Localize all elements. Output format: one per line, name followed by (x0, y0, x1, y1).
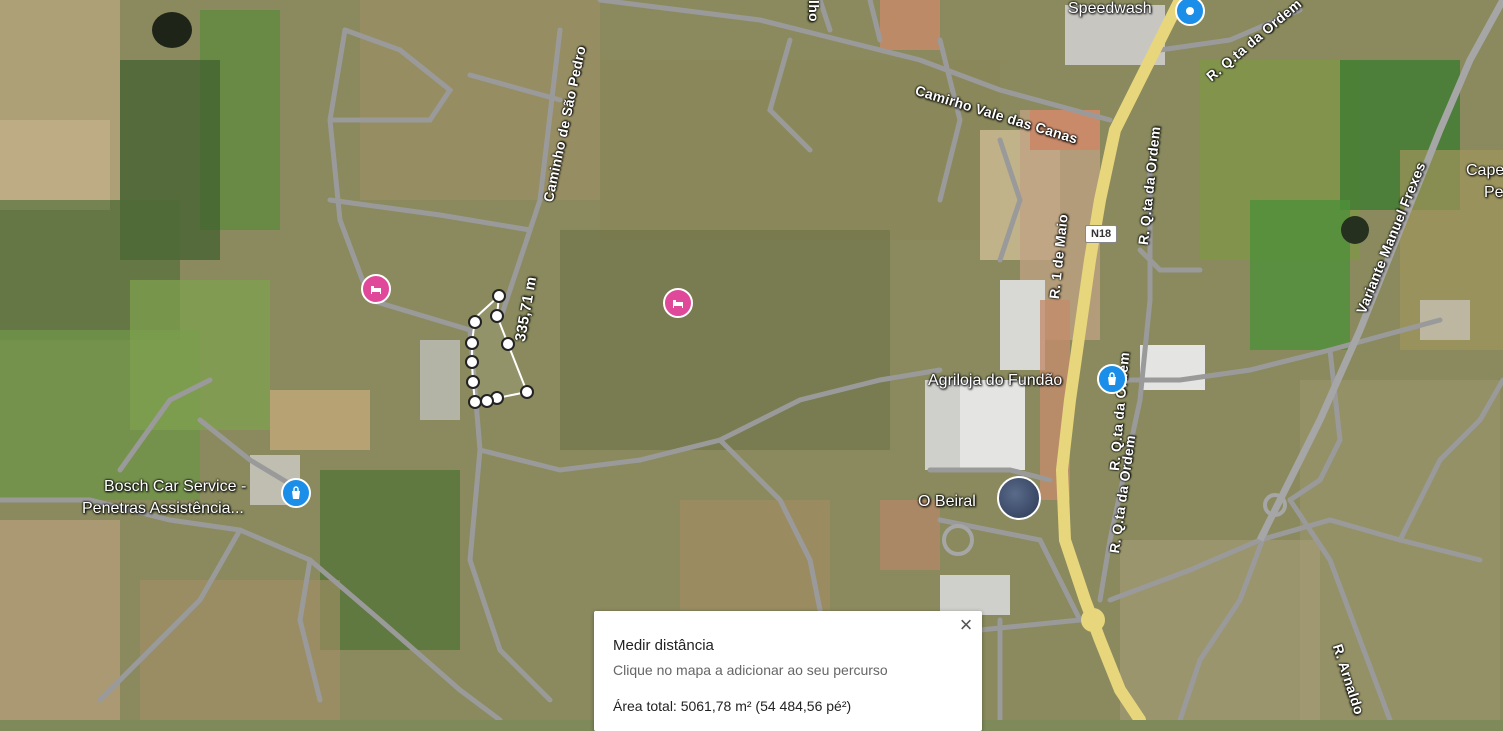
shopping-bag-icon[interactable] (281, 478, 311, 508)
measure-vertex[interactable] (468, 395, 482, 409)
pin-dot-icon (1186, 7, 1194, 15)
poi-label-bosch-line2[interactable]: Penetras Assistência... (82, 500, 244, 518)
measure-vertex[interactable] (480, 394, 494, 408)
measure-vertex[interactable] (492, 289, 506, 303)
close-icon[interactable]: × (956, 614, 976, 636)
poi-label-speedwash[interactable]: Speedwash (1068, 0, 1152, 18)
area-total: Área total: 5061,78 m² (54 484,56 pé²) (613, 698, 852, 714)
pond (152, 12, 192, 48)
road-shield-n18: N18 (1085, 225, 1118, 243)
poi-label-o-beiral[interactable]: O Beiral (918, 493, 976, 511)
measure-vertex[interactable] (520, 385, 534, 399)
measure-vertex[interactable] (466, 375, 480, 389)
shopping-bag-glyph (1108, 372, 1116, 385)
measure-vertex[interactable] (465, 336, 479, 350)
hotel-bed-icon[interactable] (361, 274, 391, 304)
poi-label-bosch-line1[interactable]: Bosch Car Service - (104, 478, 246, 496)
road-label-top-fragment: lho (806, 0, 822, 22)
measure-vertex[interactable] (490, 309, 504, 323)
photo-thumbnail-o-beiral[interactable] (997, 476, 1041, 520)
bed-glyph (371, 286, 381, 294)
measure-vertex[interactable] (465, 355, 479, 369)
panel-title: Medir distância (613, 637, 714, 654)
poi-label-cape-fragment2: Pe (1484, 184, 1503, 201)
panel-subtitle: Clique no mapa a adicionar ao seu percur… (613, 662, 888, 678)
shopping-bag-glyph (292, 486, 300, 499)
hotel-bed-icon[interactable] (663, 288, 693, 318)
shopping-bag-icon[interactable] (1097, 364, 1127, 394)
poi-label-cape-fragment1: Cape (1466, 162, 1503, 179)
roundabout (1081, 608, 1105, 632)
measure-distance-panel: × Medir distância Clique no mapa a adici… (594, 611, 982, 731)
poi-label-agriloja[interactable]: Agriloja do Fundão (928, 372, 1062, 390)
pond-east (1341, 216, 1369, 244)
measure-vertex[interactable] (468, 315, 482, 329)
bed-glyph (673, 300, 683, 308)
